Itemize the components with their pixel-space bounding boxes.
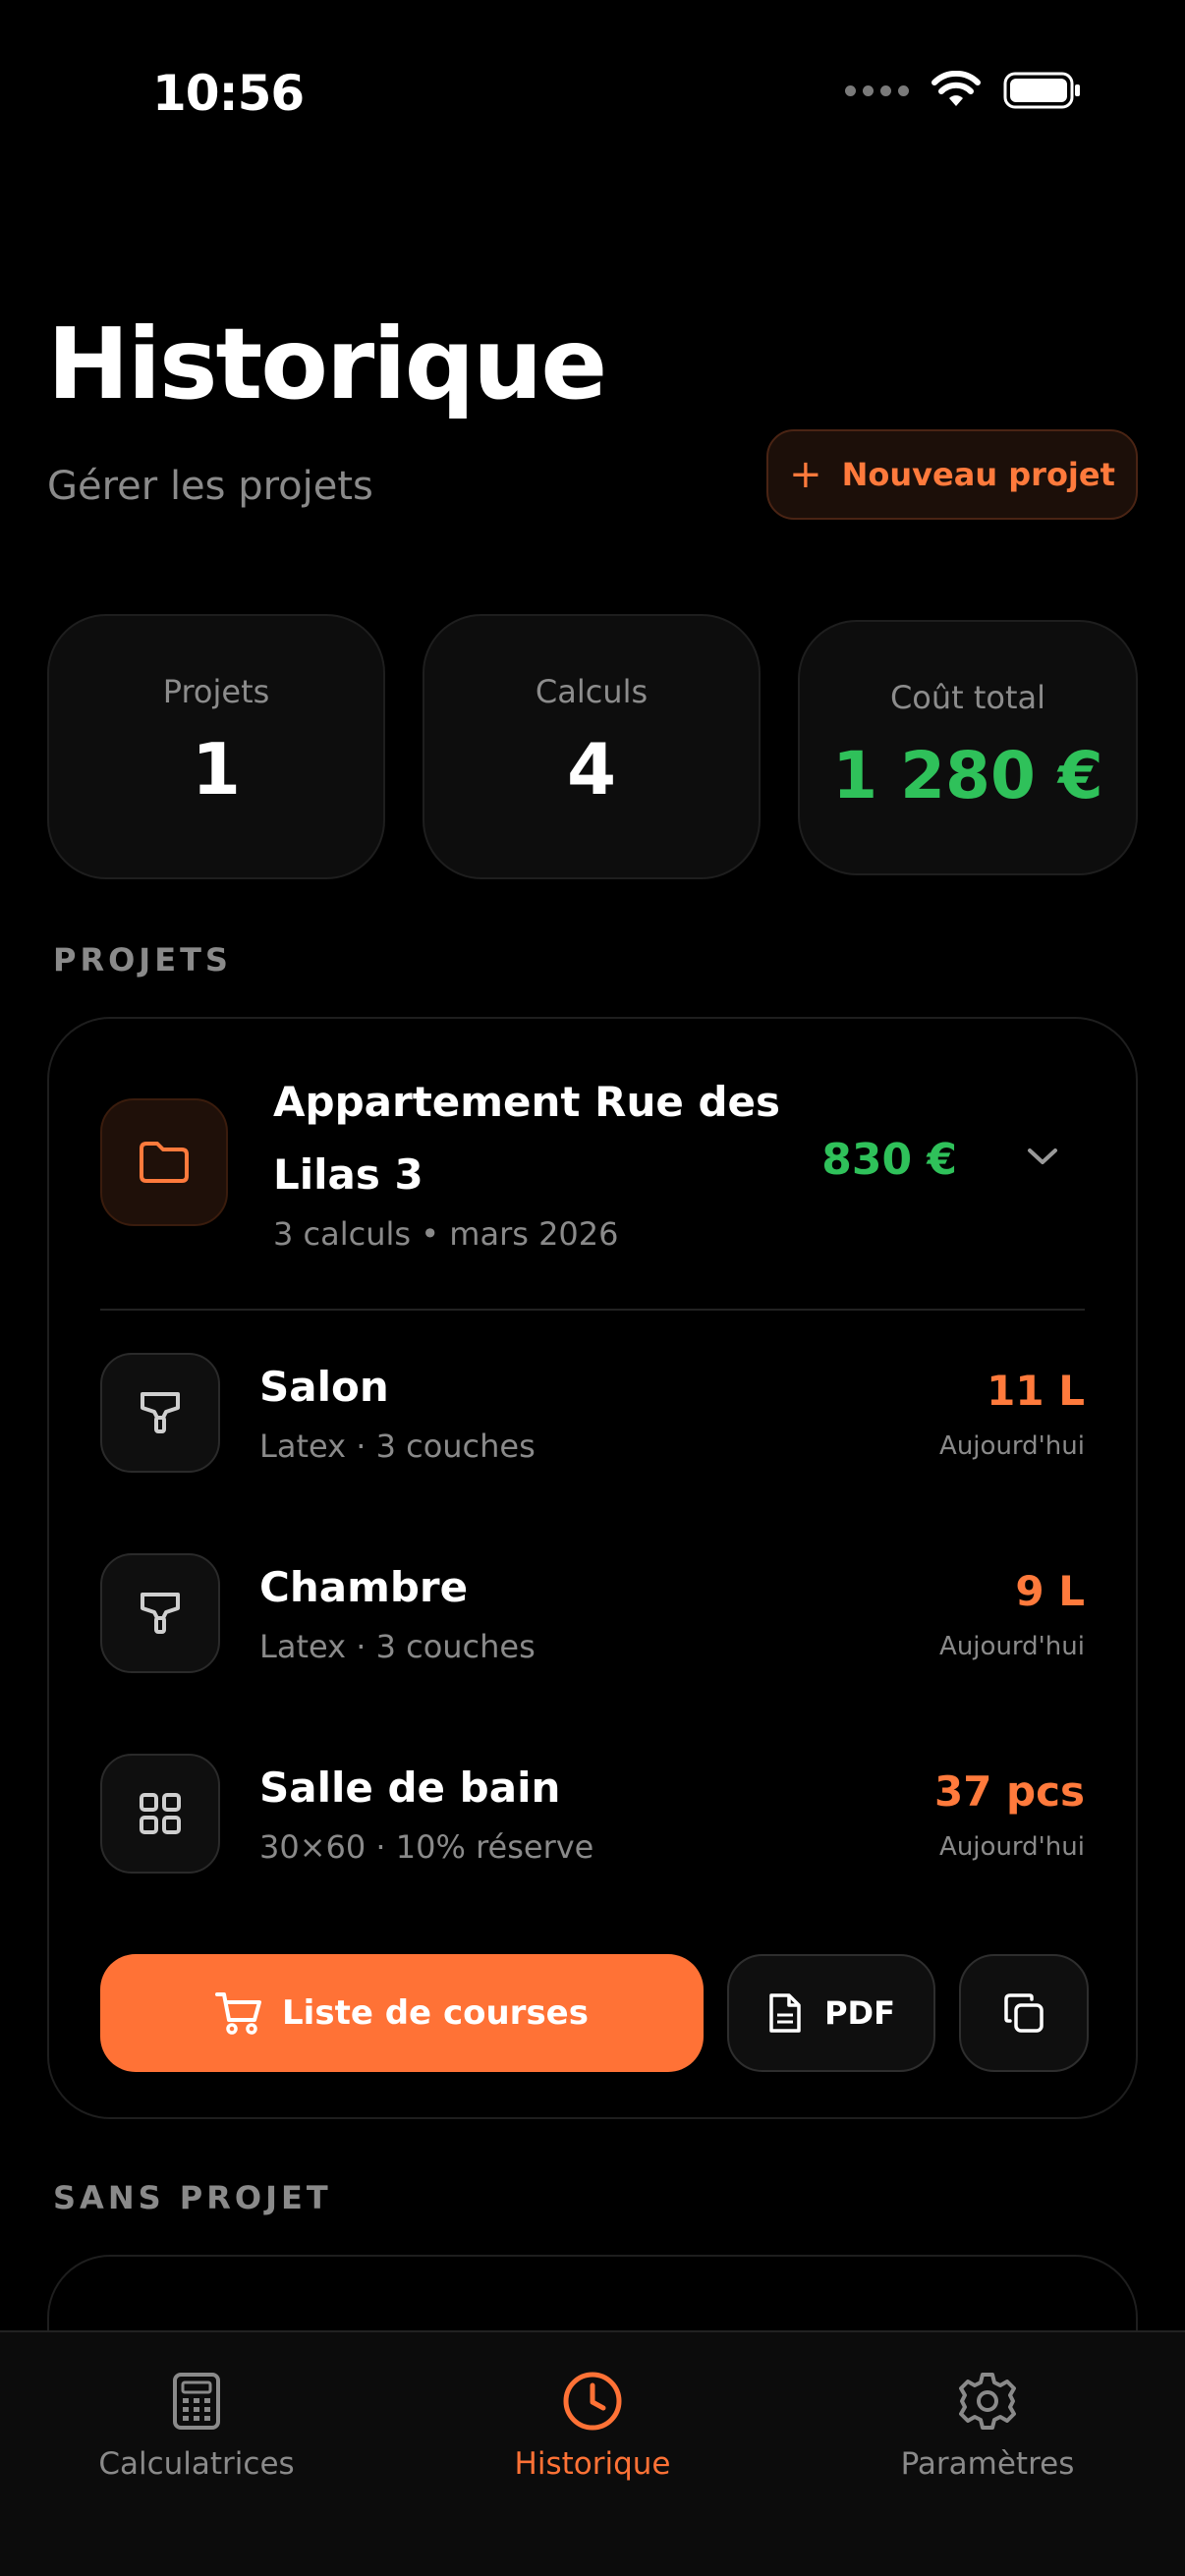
calculation-detail: 30×60 · 10% réserve [259,1828,594,1866]
project-total: 830 € [821,1135,957,1185]
tab-label: Paramètres [900,2446,1075,2482]
calculation-name: Salon [259,1363,389,1411]
calculation-name: Chambre [259,1563,469,1611]
status-time: 10:56 [152,65,305,122]
tab-bar: Calculatrices Historique Paramètres [0,2330,1185,2576]
calculator-icon [49,2362,344,2440]
paint-roller-icon [100,1353,220,1473]
project-meta: 3 calculs • mars 2026 [273,1215,619,1253]
tab-settings[interactable]: Paramètres [840,2362,1135,2482]
section-label-projects: PROJETS [53,941,232,979]
calculation-date: Aujourd'hui [939,1431,1085,1461]
calculation-quantity: 9 L [1015,1567,1085,1615]
paint-roller-icon [100,1553,220,1673]
stat-label: Projets [162,673,270,710]
copy-icon [1004,1993,1044,2033]
stat-value: 1 [191,728,242,811]
battery-icon [1003,72,1080,109]
new-project-button[interactable]: + Nouveau projet [766,429,1138,520]
tab-history[interactable]: Historique [445,2362,740,2482]
stat-card-total-cost: Coût total 1 280 € [798,620,1138,875]
plus-icon: + [789,452,822,497]
calculation-detail: Latex · 3 couches [259,1628,536,1665]
calculation-name: Salle de bain [259,1764,561,1812]
pdf-export-button[interactable]: PDF [727,1954,935,2072]
copy-button[interactable] [959,1954,1089,2072]
project-name[interactable]: Appartement Rue des Lilas 3 [273,1066,823,1211]
stat-value: 1 280 € [832,738,1103,813]
section-label-no-project: SANS PROJET [53,2179,332,2216]
shopping-list-button[interactable]: Liste de courses [100,1954,704,2072]
stat-card-projects: Projets 1 [47,614,385,879]
tab-label: Calculatrices [98,2446,295,2482]
stat-value: 4 [566,728,617,811]
calculation-row[interactable]: Chambre Latex · 3 couches 9 L Aujourd'hu… [100,1553,1085,1675]
stat-card-calculations: Calculs 4 [423,614,761,879]
calculation-date: Aujourd'hui [939,1632,1085,1661]
new-project-label: Nouveau projet [841,456,1115,493]
calculation-date: Aujourd'hui [939,1832,1085,1862]
status-icons [845,71,1082,110]
pdf-label: PDF [824,1994,895,2032]
wifi-icon [931,71,981,106]
tab-label: Historique [514,2446,671,2482]
gear-icon [840,2362,1135,2440]
stat-label: Coût total [889,679,1046,716]
clock-icon [445,2362,740,2440]
chevron-down-icon[interactable] [1026,1147,1059,1166]
page-subtitle: Gérer les projets [47,464,373,509]
calculation-quantity: 11 L [987,1367,1085,1415]
folder-icon [100,1098,228,1226]
document-icon [769,1993,801,2033]
tiles-grid-icon [100,1754,220,1874]
calculation-quantity: 37 pcs [933,1767,1085,1816]
cart-icon [215,1992,262,2035]
tab-calculators[interactable]: Calculatrices [49,2362,344,2482]
calculation-row[interactable]: Salle de bain 30×60 · 10% réserve 37 pcs… [100,1754,1085,1876]
stat-label: Calculs [535,673,649,710]
calculation-detail: Latex · 3 couches [259,1428,536,1465]
divider [100,1309,1085,1311]
shopping-list-label: Liste de courses [282,1993,589,2033]
project-card: Appartement Rue des Lilas 3 3 calculs • … [47,1017,1138,2119]
page-title: Historique [47,307,607,421]
calculation-row[interactable]: Salon Latex · 3 couches 11 L Aujourd'hui [100,1353,1085,1475]
cellular-signal-icon [845,84,909,96]
